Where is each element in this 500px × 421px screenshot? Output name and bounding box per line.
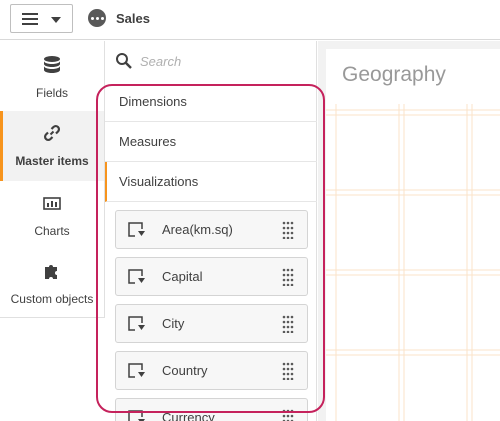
drag-handle-icon[interactable] bbox=[282, 221, 294, 239]
item-label: Area(km.sq) bbox=[162, 222, 233, 237]
app-more-icon[interactable] bbox=[88, 9, 106, 27]
dimension-drilldown-icon bbox=[128, 410, 145, 421]
search-input[interactable]: Search bbox=[140, 54, 181, 69]
list-item[interactable]: Currency bbox=[115, 398, 308, 421]
section-label: Dimensions bbox=[119, 94, 187, 109]
item-label: Capital bbox=[162, 269, 203, 284]
drag-handle-icon[interactable] bbox=[282, 268, 294, 286]
section-label: Visualizations bbox=[119, 174, 199, 189]
sheet-canvas: Geography bbox=[318, 41, 500, 421]
list-item[interactable]: City bbox=[115, 304, 308, 343]
list-item[interactable]: Country bbox=[115, 351, 308, 390]
section-measures[interactable]: Measures bbox=[105, 122, 317, 162]
section-visualizations[interactable]: Visualizations bbox=[105, 162, 317, 202]
nav-item-fields[interactable]: Fields bbox=[0, 41, 104, 111]
section-label: Measures bbox=[119, 134, 177, 149]
chevron-down-icon bbox=[51, 17, 61, 23]
layout-grid bbox=[326, 104, 500, 421]
top-bar: Sales bbox=[0, 0, 500, 40]
list-item[interactable]: Capital bbox=[115, 257, 308, 296]
nav-label: Master items bbox=[15, 154, 89, 168]
dimension-drilldown-icon bbox=[128, 269, 145, 284]
app-title: Sales bbox=[116, 11, 150, 26]
nav-item-charts[interactable]: Charts bbox=[0, 181, 104, 251]
sheet[interactable]: Geography bbox=[326, 49, 500, 421]
drag-handle-icon[interactable] bbox=[282, 315, 294, 333]
search-icon bbox=[116, 53, 132, 69]
sheet-title[interactable]: Geography bbox=[342, 63, 446, 87]
assets-panel: Search Dimensions Measures Visualization… bbox=[105, 41, 317, 421]
asset-nav: Fields Master items Charts Custom object… bbox=[0, 41, 105, 318]
drag-handle-icon[interactable] bbox=[282, 409, 294, 421]
nav-label: Custom objects bbox=[10, 292, 94, 306]
hamburger-icon bbox=[22, 13, 38, 25]
nav-item-master-items[interactable]: Master items bbox=[0, 111, 104, 181]
section-dimensions[interactable]: Dimensions bbox=[105, 82, 317, 122]
item-label: City bbox=[162, 316, 185, 331]
global-menu-button[interactable] bbox=[10, 4, 73, 33]
link-icon bbox=[43, 124, 61, 142]
bar-chart-icon bbox=[43, 197, 61, 210]
nav-label: Charts bbox=[34, 224, 70, 238]
dimension-drilldown-icon bbox=[128, 222, 145, 237]
search-bar[interactable]: Search bbox=[105, 41, 317, 81]
item-label: Country bbox=[162, 363, 208, 378]
item-label: Currency bbox=[162, 410, 215, 421]
nav-item-custom-objects[interactable]: Custom objects bbox=[0, 251, 104, 321]
list-item[interactable]: Area(km.sq) bbox=[115, 210, 308, 249]
nav-label: Fields bbox=[35, 86, 68, 100]
dimension-drilldown-icon bbox=[128, 363, 145, 378]
drag-handle-icon[interactable] bbox=[282, 362, 294, 380]
puzzle-icon bbox=[45, 265, 57, 279]
dimension-drilldown-icon bbox=[128, 316, 145, 331]
database-icon bbox=[44, 56, 60, 73]
